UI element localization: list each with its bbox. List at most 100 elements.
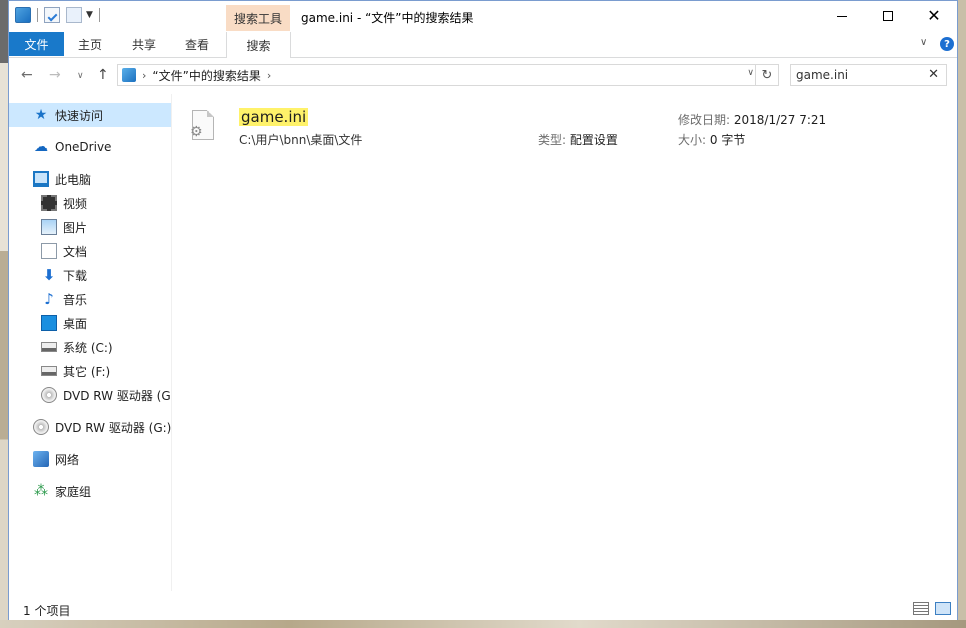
sidebar-item-label: 快速访问 (55, 108, 104, 123)
file-size-label: 大小: (678, 133, 707, 147)
large-icons-view-icon[interactable] (935, 602, 951, 615)
breadcrumb-chevron-icon-2[interactable]: › (267, 69, 271, 82)
explorer-window: ▼ 搜索工具 game.ini - “文件”中的搜索结果 ✕ 文件 主页 共享 … (8, 0, 958, 620)
search-query-text: game.ini (796, 68, 849, 82)
music-note-icon: ♪ (44, 290, 54, 308)
details-view-icon[interactable] (913, 602, 929, 615)
search-input[interactable]: game.ini ✕ (790, 64, 947, 86)
forward-arrow-icon[interactable]: → (49, 67, 61, 83)
sidebar-item-system-c[interactable]: 系统 (C:) (9, 335, 171, 359)
window-title: game.ini - “文件”中的搜索结果 (301, 11, 474, 25)
sidebar-item-label: 家庭组 (55, 484, 92, 499)
sidebar-item-dvd-g[interactable]: DVD RW 驱动器 (G:) (9, 415, 172, 439)
sidebar-item-label: 视频 (63, 196, 88, 211)
downloads-arrow-icon: ⬇ (42, 266, 56, 284)
close-icon: ✕ (927, 6, 941, 25)
sidebar-item-onedrive[interactable]: ☁ OneDrive (9, 135, 171, 159)
title-bar: ▼ 搜索工具 game.ini - “文件”中的搜索结果 ✕ (9, 1, 957, 32)
breadcrumb-chevron-icon[interactable]: › (142, 69, 146, 82)
sidebar-item-other-f[interactable]: 其它 (F:) (9, 359, 171, 383)
dvd-drive-icon (33, 419, 49, 435)
videos-folder-icon (41, 195, 57, 211)
gear-icon: ⚙ (190, 124, 203, 140)
sidebar-item-network[interactable]: 网络 (9, 447, 171, 471)
sidebar-item-homegroup[interactable]: ⁂ 家庭组 (9, 479, 171, 503)
tab-search[interactable]: 搜索 (226, 32, 291, 58)
recent-locations-chevron-icon[interactable]: ∨ (77, 71, 84, 81)
search-results-location-icon (122, 68, 136, 82)
tab-view[interactable]: 查看 (173, 32, 221, 56)
new-folder-icon[interactable] (66, 7, 82, 23)
drive-icon (41, 366, 57, 376)
status-bar: 1 个项目 (9, 598, 957, 620)
file-type-value: 配置设置 (569, 133, 618, 147)
sidebar-item-label: DVD RW 驱动器 (G:) (55, 420, 172, 435)
search-tools-group-label: 搜索工具 (226, 5, 290, 31)
maximize-button[interactable] (865, 1, 911, 31)
sidebar-item-documents[interactable]: 文档 (9, 239, 171, 263)
sidebar-item-label: 此电脑 (55, 172, 92, 187)
desktop-background-left (0, 0, 8, 628)
sidebar-item-label: OneDrive (55, 140, 112, 154)
network-icon (33, 451, 49, 467)
refresh-icon[interactable]: ↻ (755, 65, 778, 85)
sidebar-item-downloads[interactable]: ⬇ 下载 (9, 263, 171, 287)
expand-ribbon-chevron-icon[interactable]: ∨ (920, 37, 927, 48)
sidebar-item-label: 文档 (63, 244, 88, 259)
quick-access-star-icon: ★ (34, 107, 48, 123)
minimize-button[interactable] (819, 1, 865, 31)
close-button[interactable]: ✕ (911, 1, 957, 31)
desktop-background-bottom (0, 620, 966, 628)
sidebar-item-music[interactable]: ♪ 音乐 (9, 287, 171, 311)
tab-home[interactable]: 主页 (66, 32, 114, 56)
item-count: 1 个项目 (23, 604, 71, 618)
navigation-bar: ← → ∨ ↑ › “文件”中的搜索结果 › ∨ ↻ game.ini ✕ (9, 58, 957, 94)
sidebar-item-label: 其它 (F:) (63, 364, 111, 379)
file-size: 大小: 0 字节 (678, 131, 745, 148)
clear-search-icon[interactable]: ✕ (928, 67, 939, 82)
explorer-app-icon[interactable] (15, 7, 31, 23)
maximize-icon (883, 11, 893, 21)
sidebar-item-label: DVD RW 驱动器 (G:) (63, 388, 172, 403)
navigation-pane: ★ 快速访问 ☁ OneDrive 此电脑 视频 图片 文档 ⬇ 下载 ♪ 音乐… (9, 94, 172, 591)
onedrive-cloud-icon: ☁ (34, 139, 48, 155)
file-path: C:\用户\bnn\桌面\文件 (239, 133, 363, 147)
address-bar[interactable]: › “文件”中的搜索结果 › ∨ ↻ (117, 64, 779, 86)
minimize-icon (837, 15, 847, 17)
documents-folder-icon (41, 243, 57, 259)
tab-file[interactable]: 文件 (9, 32, 64, 56)
sidebar-item-label: 桌面 (63, 316, 88, 331)
sidebar-item-videos[interactable]: 视频 (9, 191, 171, 215)
properties-icon[interactable] (44, 7, 60, 23)
breadcrumb-search-results[interactable]: “文件”中的搜索结果 (152, 67, 260, 84)
sidebar-item-desktop[interactable]: 桌面 (9, 311, 171, 335)
back-arrow-icon[interactable]: ← (21, 67, 33, 83)
file-type: 类型: 配置设置 (538, 131, 618, 148)
desktop-folder-icon (41, 315, 57, 331)
help-icon[interactable]: ? (940, 37, 954, 51)
tab-share[interactable]: 共享 (120, 32, 168, 56)
address-history-chevron-icon[interactable]: ∨ (747, 68, 754, 78)
sidebar-item-this-pc[interactable]: 此电脑 (9, 167, 171, 191)
search-results-pane: ⚙ game.ini C:\用户\bnn\桌面\文件 类型: 配置设置 修改日期… (172, 94, 957, 591)
sidebar-item-label: 网络 (55, 452, 80, 467)
config-file-icon: ⚙ (190, 110, 214, 140)
sidebar-item-label: 系统 (C:) (63, 340, 113, 355)
dvd-drive-icon (41, 387, 57, 403)
qat-separator-2 (98, 8, 100, 22)
homegroup-icon: ⁂ (34, 483, 48, 499)
file-name[interactable]: game.ini (239, 108, 309, 126)
up-arrow-icon[interactable]: ↑ (97, 67, 109, 83)
sidebar-item-dvd-g-pc[interactable]: DVD RW 驱动器 (G:) (9, 383, 172, 407)
sidebar-item-pictures[interactable]: 图片 (9, 215, 171, 239)
modified-date-label: 修改日期: (678, 113, 731, 127)
sidebar-item-label: 下载 (63, 268, 88, 283)
file-modified-date: 修改日期: 2018/1/27 7:21 (678, 111, 826, 128)
list-item[interactable]: ⚙ game.ini C:\用户\bnn\桌面\文件 类型: 配置设置 修改日期… (186, 106, 946, 150)
sidebar-item-quick-access[interactable]: ★ 快速访问 (9, 103, 171, 127)
this-pc-icon (33, 171, 49, 187)
qat-customize-chevron-icon[interactable]: ▼ (86, 10, 93, 20)
file-size-value: 0 字节 (709, 133, 746, 147)
modified-date-value: 2018/1/27 7:21 (733, 113, 827, 127)
system-drive-icon (41, 342, 57, 352)
